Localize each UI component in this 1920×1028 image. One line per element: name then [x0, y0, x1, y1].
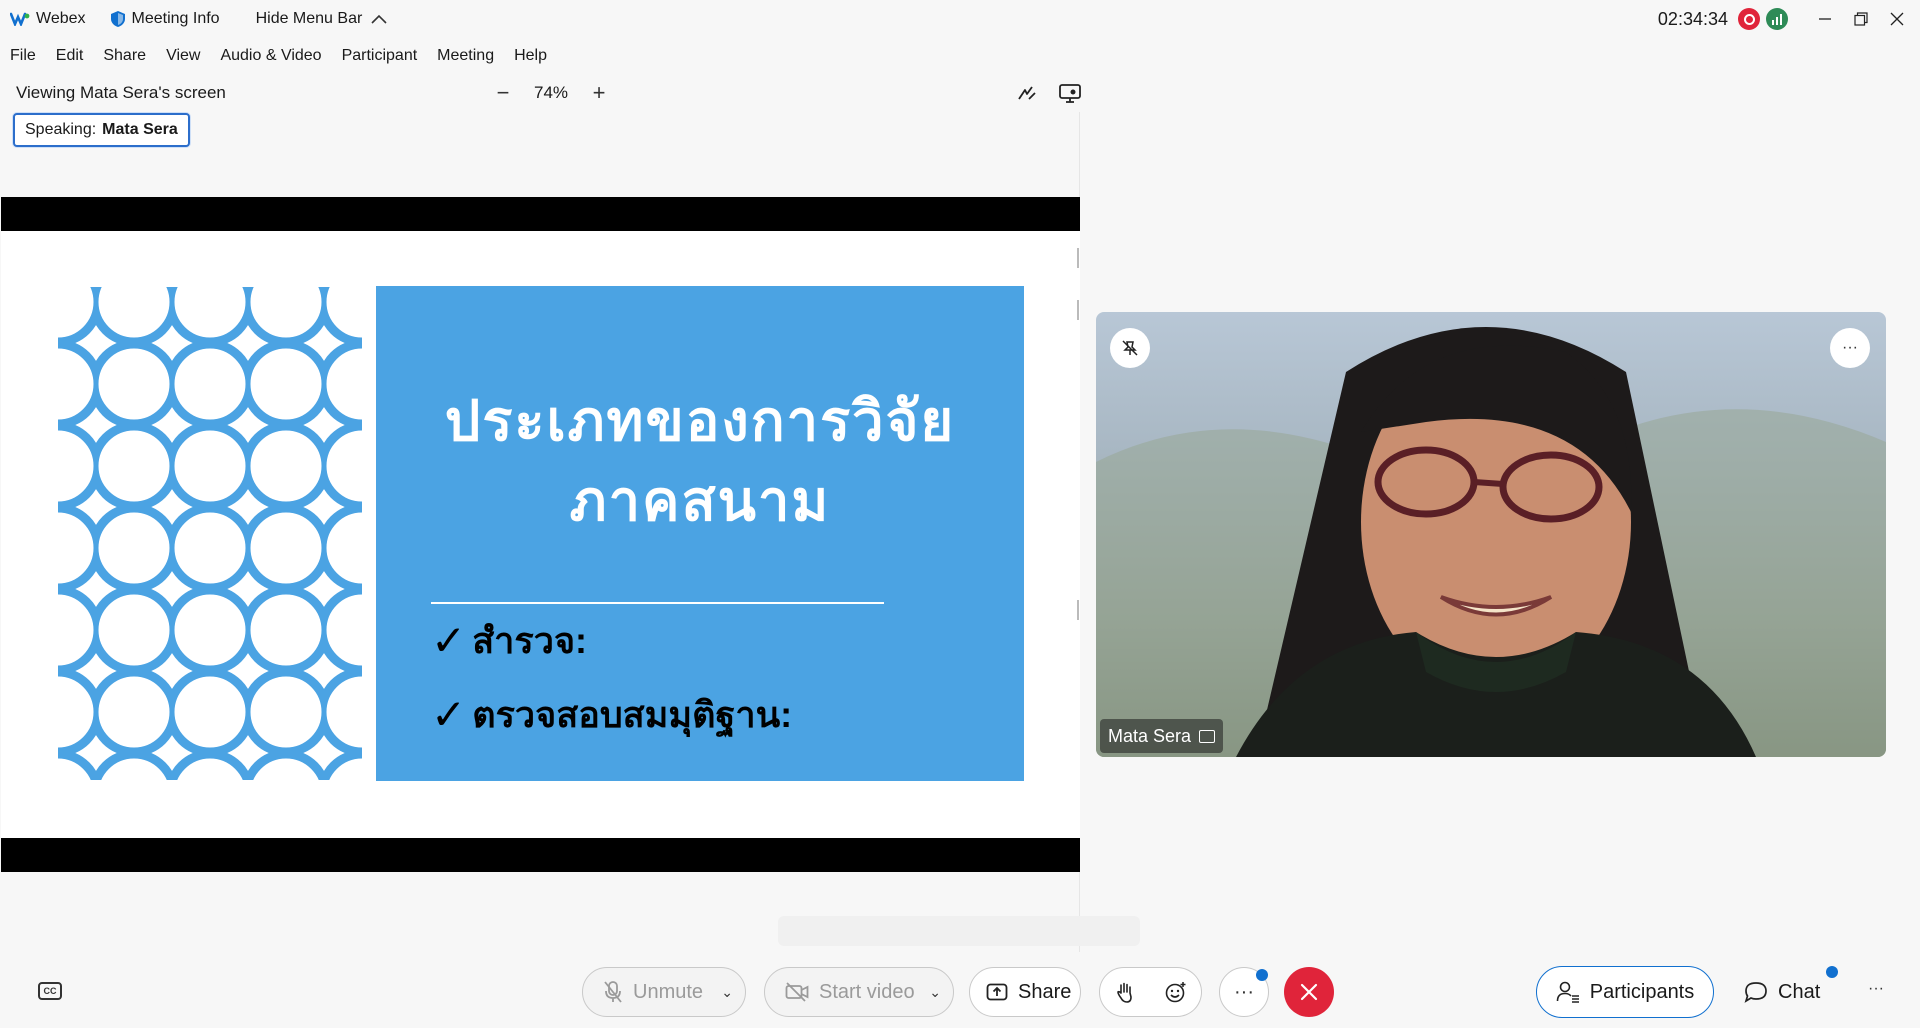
share-title: Viewing Mata Sera's screen	[16, 83, 226, 102]
close-window-button[interactable]	[1874, 0, 1920, 38]
hide-menu-bar-button[interactable]: Hide Menu Bar	[256, 0, 389, 38]
reactions-button[interactable]	[1150, 967, 1202, 1017]
reactions-icon	[1165, 982, 1185, 1003]
slide-title-line1: ประเภทของการวิจัย	[444, 389, 956, 452]
start-video-label: Start video	[819, 980, 915, 1003]
participants-button[interactable]: Participants	[1536, 966, 1714, 1018]
recording-indicator-icon[interactable]	[1738, 8, 1760, 30]
camera-off-icon	[785, 982, 809, 1002]
closed-caption-icon[interactable]: CC	[38, 982, 62, 1000]
raise-hand-button[interactable]	[1099, 967, 1151, 1017]
speaking-name: Mata Sera	[102, 121, 178, 138]
scroll-mark	[1077, 300, 1079, 320]
zoom-level: 74%	[534, 83, 569, 102]
zoom-in-button[interactable]: +	[590, 80, 608, 106]
share-button[interactable]: Share	[969, 967, 1081, 1017]
participant-video-image	[1096, 327, 1886, 757]
menu-help[interactable]: Help	[504, 38, 557, 74]
unpin-button[interactable]	[1110, 328, 1150, 368]
webex-logo-icon	[10, 12, 30, 26]
webex-app-menu[interactable]: Webex	[0, 0, 86, 38]
title-bar: Webex Meeting Info Hide Menu Bar	[0, 0, 1920, 38]
slide-bullet: ✓ ตรวจสอบสมมุติฐาน:	[431, 686, 792, 743]
start-video-button[interactable]: Start video ⌄	[764, 967, 954, 1017]
slide-divider	[431, 602, 884, 604]
monitor-icon[interactable]	[1058, 82, 1082, 104]
minimize-icon	[1819, 18, 1831, 20]
network-health-icon[interactable]	[1766, 8, 1788, 30]
slide-bullet-text: สำรวจ:	[472, 620, 588, 661]
chat-notification-dot	[1826, 966, 1838, 978]
slide-content-panel: ประเภทของการวิจัย ภาคสนาม ✓ สำรวจ: ✓ ตรว…	[376, 286, 1024, 781]
menu-view[interactable]: View	[156, 38, 210, 74]
unpin-icon	[1122, 340, 1138, 356]
letterbox-top	[1, 197, 1080, 231]
chevron-up-icon	[371, 14, 387, 24]
video-options-chevron-icon[interactable]: ⌄	[929, 984, 941, 1001]
meeting-clock: 02:34:34	[1657, 8, 1728, 29]
video-more-options-button[interactable]: ···	[1830, 328, 1870, 368]
participants-icon	[1556, 981, 1579, 1003]
meeting-info-label: Meeting Info	[131, 10, 220, 27]
active-speaker-badge: Speaking: Mata Sera	[13, 113, 190, 147]
zoom-control: − 74% +	[494, 74, 608, 112]
presentation-slide: ประเภทของการวิจัย ภาคสนาม ✓ สำรวจ: ✓ ตรว…	[1, 231, 1080, 838]
speaking-label: Speaking:	[25, 121, 97, 138]
chat-button[interactable]: Chat	[1744, 966, 1820, 1018]
audio-options-chevron-icon[interactable]: ⌄	[721, 984, 733, 1001]
toolbar-overflow-button[interactable]: ···	[1868, 980, 1884, 998]
hide-menu-bar-label: Hide Menu Bar	[255, 10, 363, 27]
unmute-label: Unmute	[633, 980, 704, 1003]
unmute-button[interactable]: Unmute ⌄	[582, 967, 746, 1017]
restore-icon	[1854, 12, 1868, 26]
slide-title-line2: ภาคสนาม	[569, 469, 831, 532]
slide-pattern-image	[58, 287, 362, 780]
shield-icon	[110, 11, 125, 27]
meeting-info-button[interactable]: Meeting Info	[110, 0, 220, 38]
menu-meeting[interactable]: Meeting	[427, 38, 504, 74]
scroll-mark	[1077, 600, 1079, 620]
slide-title: ประเภทของการวิจัย ภาคสนาม	[376, 381, 1024, 541]
annotate-icon[interactable]	[1016, 82, 1038, 104]
app-name: Webex	[36, 10, 86, 27]
menu-share[interactable]: Share	[93, 38, 156, 74]
more-notification-dot	[1256, 969, 1268, 981]
slide-bullet-text: ตรวจสอบสมมุติฐาน:	[472, 694, 793, 735]
participant-video-tile[interactable]: ··· Mata Sera	[1096, 312, 1886, 757]
end-call-icon	[1300, 983, 1318, 1001]
slide-bullet: ✓ สำรวจ:	[431, 612, 587, 669]
share-label: Share	[1018, 980, 1072, 1003]
menu-edit[interactable]: Edit	[46, 38, 94, 74]
zoom-out-button[interactable]: −	[494, 80, 512, 106]
menu-audio-video[interactable]: Audio & Video	[210, 38, 331, 74]
share-header: Viewing Mata Sera's screen − 74% +	[0, 74, 1082, 112]
menu-file[interactable]: File	[0, 38, 46, 74]
participant-name-tag: Mata Sera	[1100, 719, 1224, 753]
participants-label: Participants	[1589, 980, 1695, 1003]
end-call-button[interactable]	[1284, 967, 1334, 1017]
menu-participant[interactable]: Participant	[332, 38, 428, 74]
menu-bar: File Edit Share View Audio & Video Parti…	[0, 38, 557, 74]
meeting-toolbar: CC Unmute ⌄ Start video ⌄ Share ··· Part…	[0, 952, 1920, 1028]
raise-hand-icon	[1117, 982, 1132, 1003]
chat-label: Chat	[1778, 980, 1821, 1003]
chat-icon	[1744, 982, 1767, 1003]
floating-control-strip	[778, 916, 1140, 946]
scroll-mark	[1077, 248, 1079, 268]
sharing-screen-icon	[1199, 729, 1216, 743]
check-icon: ✓	[431, 617, 467, 664]
share-screen-icon	[986, 983, 1008, 1001]
mic-muted-icon	[604, 981, 622, 1003]
participant-name: Mata Sera	[1108, 725, 1192, 746]
check-icon: ✓	[431, 691, 467, 738]
letterbox-bottom	[1, 838, 1080, 872]
close-icon	[1890, 12, 1904, 26]
